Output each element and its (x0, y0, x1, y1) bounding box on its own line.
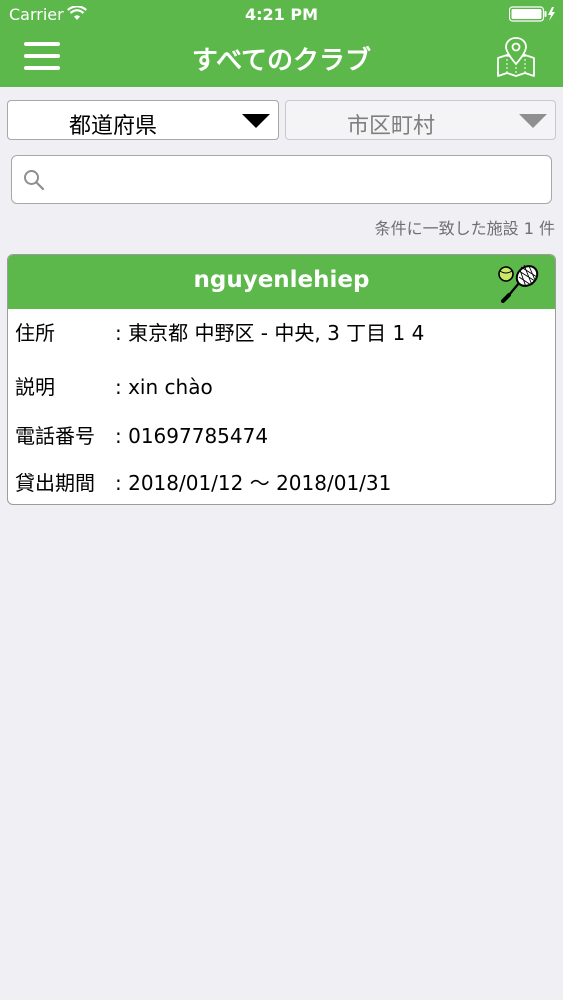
description-row: 説明 : xin chào (15, 371, 213, 400)
navigation-bar: すべてのクラブ (0, 28, 563, 87)
tennis-racket-icon (498, 264, 539, 303)
address-value: : 東京都 中野区 - 中央, 3 丁目 1 4 (115, 321, 425, 345)
page-title: すべてのクラブ (191, 46, 372, 76)
phone-value: : 01697785474 (115, 424, 269, 448)
phone-label: 電話番号 (15, 424, 95, 448)
result-count: 条件に一致した施設 1 件 (374, 219, 555, 238)
map-pin-icon[interactable] (494, 36, 538, 78)
city-select[interactable]: 市区町村 (285, 100, 556, 140)
rental-period-row: 貸出期間 : 2018/01/12 ～ 2018/01/31 (15, 467, 391, 496)
chevron-down-icon (242, 114, 270, 128)
prefecture-select[interactable]: 都道府県 (7, 100, 279, 140)
top-bar: Carrier 4:21 PM すべてのクラブ (0, 0, 563, 87)
city-select-label: 市区町村 (346, 114, 435, 139)
address-row: 住所 : 東京都 中野区 - 中央, 3 丁目 1 4 (15, 317, 424, 346)
status-time: 4:21 PM (244, 5, 318, 24)
search-input[interactable] (54, 164, 538, 196)
screen: Carrier 4:21 PM すべてのクラブ 都道府県 市区町村 条件に一致し… (0, 0, 563, 1000)
search-icon (24, 170, 45, 191)
club-card[interactable]: nguyenlehiep 住所: 東京都 中野区 - 中央, 3 丁目 1 4 … (7, 254, 556, 505)
status-bar: Carrier 4:21 PM (0, 0, 563, 28)
phone-row: 電話番号 : 01697785474 (15, 420, 268, 449)
description-value: : xin chào (115, 375, 213, 399)
description-label: 説明 (15, 375, 55, 399)
prefecture-select-label: 都道府県 (68, 114, 157, 139)
address-label: 住所 (15, 321, 55, 345)
search-box[interactable] (11, 155, 552, 204)
rental-period-value: : 2018/01/12 ～ 2018/01/31 (115, 471, 392, 495)
rental-period-label: 貸出期間 (15, 471, 95, 495)
club-card-header: nguyenlehiep (8, 255, 555, 309)
battery-icon (509, 6, 555, 22)
club-name: nguyenlehiep (193, 267, 370, 293)
chevron-down-icon (519, 114, 547, 128)
